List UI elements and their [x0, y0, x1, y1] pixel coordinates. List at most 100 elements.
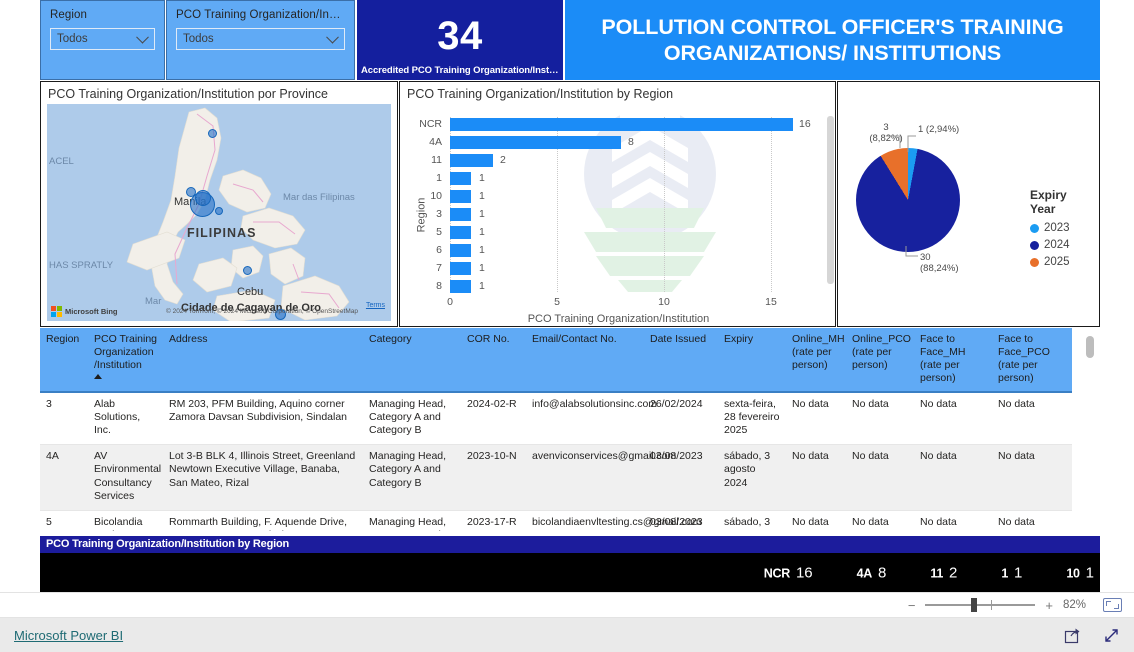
cell-category: Managing Head, Category A and Category B	[363, 444, 461, 511]
page-title: POLLUTION CONTROL OFFICER'S TRAINING ORG…	[601, 14, 1064, 65]
col-header-f2f-mh[interactable]: Face to Face_MH (rate per person)	[914, 328, 992, 393]
ticker-visual[interactable]: PCO Training Organization/Institution by…	[40, 536, 1100, 592]
col-header-date-issued[interactable]: Date Issued	[644, 328, 718, 393]
map-bubble[interactable]	[215, 207, 223, 215]
col-header-email[interactable]: Email/Contact No.	[526, 328, 644, 393]
map-bubble[interactable]	[243, 266, 252, 275]
data-table-visual[interactable]: Region PCO Training Organization /Instit…	[40, 328, 1100, 531]
cell-online-pco: No data	[846, 510, 914, 531]
cell-online-pco: No data	[846, 444, 914, 511]
map-visual[interactable]: PCO Training Organization/Institution po…	[40, 81, 398, 327]
legend-swatch-icon	[1030, 240, 1039, 250]
bar-category-label: NCR	[419, 118, 442, 130]
col-header-organization[interactable]: PCO Training Organization /Institution	[88, 328, 163, 393]
slicer-region-dropdown[interactable]: Todos	[50, 28, 155, 50]
ticker-item: 11 2	[930, 564, 957, 581]
pie-label-2025-value: 3	[883, 122, 889, 133]
bar-item[interactable]	[450, 244, 471, 257]
pie-chart-slices[interactable]	[856, 148, 960, 252]
bar-item[interactable]	[450, 208, 471, 221]
cell-f2f-mh: No data	[914, 391, 992, 445]
bar-category-label: 4A	[429, 136, 442, 148]
bar-item[interactable]	[450, 226, 471, 239]
bar-chart-plot-area: Region NCR 16 4A 8 11 2 1 1 10 1 3 1 5 1…	[400, 104, 837, 326]
bar-item[interactable]	[450, 262, 471, 275]
ticker-item-value: 1	[1085, 564, 1094, 581]
bar-item[interactable]	[450, 172, 471, 185]
legend-item-2024[interactable]: 2024	[1030, 239, 1070, 251]
cell-region: 3	[40, 391, 88, 445]
col-header-region[interactable]: Region	[40, 328, 88, 393]
map-visual-title: PCO Training Organization/Institution po…	[48, 87, 328, 101]
map-sea-label-acel: ACEL	[49, 156, 74, 167]
zoom-in-button[interactable]: +	[1045, 599, 1053, 612]
kpi-value: 34	[437, 14, 483, 58]
slicer-organization[interactable]: PCO Training Organization/Instit... Todo…	[166, 0, 355, 80]
col-header-cor-no[interactable]: COR No.	[461, 328, 526, 393]
col-header-expiry[interactable]: Expiry	[718, 328, 786, 393]
col-header-label: Online_MH (rate per person)	[792, 333, 845, 372]
ticker-item-value: 8	[878, 564, 887, 581]
col-header-f2f-pco[interactable]: Face to Face_PCO (rate per person)	[992, 328, 1072, 393]
map-bubble[interactable]	[208, 129, 217, 138]
bar-value-label: 1	[479, 280, 485, 292]
legend-label: 2023	[1044, 222, 1070, 234]
pie-chart-plot-area: 3 (8,82%) 1 (2,94%) 30 (88,24%) Expiry Y…	[848, 122, 1070, 292]
bing-logo: Microsoft Bing	[51, 306, 118, 317]
ticker-item-value: 2	[949, 564, 958, 581]
col-header-label: Email/Contact No.	[532, 333, 617, 345]
cell-expiry: sábado, 3 agosto	[718, 510, 786, 531]
bar-item[interactable]	[450, 190, 471, 203]
map-terms-link[interactable]: Terms	[366, 302, 385, 309]
table-row[interactable]: 5 Bicolandia Environment Rommarth Buildi…	[40, 510, 1072, 531]
bar-item[interactable]	[450, 280, 471, 293]
zoom-slider-thumb[interactable]	[971, 598, 978, 612]
slicer-region[interactable]: Region Todos	[40, 0, 165, 80]
bar-chart-gridline	[771, 117, 772, 292]
map-bubble[interactable]	[195, 190, 211, 206]
legend-item-2023[interactable]: 2023	[1030, 222, 1070, 234]
slicer-organization-dropdown[interactable]: Todos	[176, 28, 345, 50]
col-header-online-pco[interactable]: Online_PCO (rate per person)	[846, 328, 914, 393]
col-header-category[interactable]: Category	[363, 328, 461, 393]
cell-expiry: sábado, 3 agosto 2024	[718, 444, 786, 511]
legend-item-2025[interactable]: 2025	[1030, 256, 1070, 268]
bar-value-label: 1	[479, 190, 485, 202]
bar-value-label: 1	[479, 226, 485, 238]
full-screen-icon[interactable]	[1103, 627, 1120, 644]
fit-to-screen-icon[interactable]	[1103, 598, 1122, 612]
bar-item[interactable]	[450, 154, 493, 167]
cell-date-issued: 03/08/2023	[644, 444, 718, 511]
cell-cor-no: 2023-17-R	[461, 510, 526, 531]
map-sea-label-philippine-sea: Mar das Filipinas	[283, 192, 355, 203]
bar-chart-gridline	[664, 117, 665, 292]
bar-chart-scrollbar[interactable]	[827, 116, 834, 284]
pie-chart-visual[interactable]: 3 (8,82%) 1 (2,94%) 30 (88,24%) Expiry Y…	[837, 81, 1100, 327]
map-canvas[interactable]: ACEL Mar das Filipinas HAS SPRATLY Mar F…	[47, 104, 391, 321]
zoom-slider[interactable]	[925, 598, 1036, 612]
cell-address: Lot 3-B BLK 4, Illinois Street, Greenlan…	[163, 444, 363, 511]
bar-item[interactable]	[450, 136, 621, 149]
bar-chart-visual[interactable]: PCO Training Organization/Institution by…	[399, 81, 836, 327]
bar-item[interactable]	[450, 118, 793, 131]
cell-email: avenviconservices@gmail.com	[526, 444, 676, 511]
share-icon[interactable]	[1064, 627, 1081, 644]
table-row[interactable]: 4A AV Environmental Consultancy Services…	[40, 444, 1072, 511]
cell-online-pco: No data	[846, 391, 914, 445]
report-top-row: Region Todos PCO Training Organization/I…	[40, 0, 1100, 80]
table-scrollbar[interactable]	[1086, 336, 1094, 358]
cell-f2f-pco: No data	[992, 510, 1072, 531]
col-header-online-mh[interactable]: Online_MH (rate per person)	[786, 328, 846, 393]
cell-organization: AV Environmental Consultancy Services	[88, 444, 163, 511]
bar-chart-x-tick: 5	[554, 296, 560, 308]
zoom-out-button[interactable]: −	[908, 599, 916, 612]
bar-chart-x-tick: 10	[658, 296, 670, 308]
cell-f2f-mh: No data	[914, 510, 992, 531]
cell-date-issued: 26/02/2024	[644, 391, 718, 445]
col-header-label: Face to Face_MH (rate per person)	[920, 333, 966, 385]
table-row[interactable]: 3 Alab Solutions, Inc. RM 203, PFM Build…	[40, 391, 1072, 445]
legend-label: 2024	[1044, 239, 1070, 251]
kpi-card-accredited-count[interactable]: 34 Accredited PCO Training Organization/…	[357, 0, 563, 80]
col-header-address[interactable]: Address	[163, 328, 363, 393]
power-bi-brand-link[interactable]: Microsoft Power BI	[14, 628, 123, 643]
